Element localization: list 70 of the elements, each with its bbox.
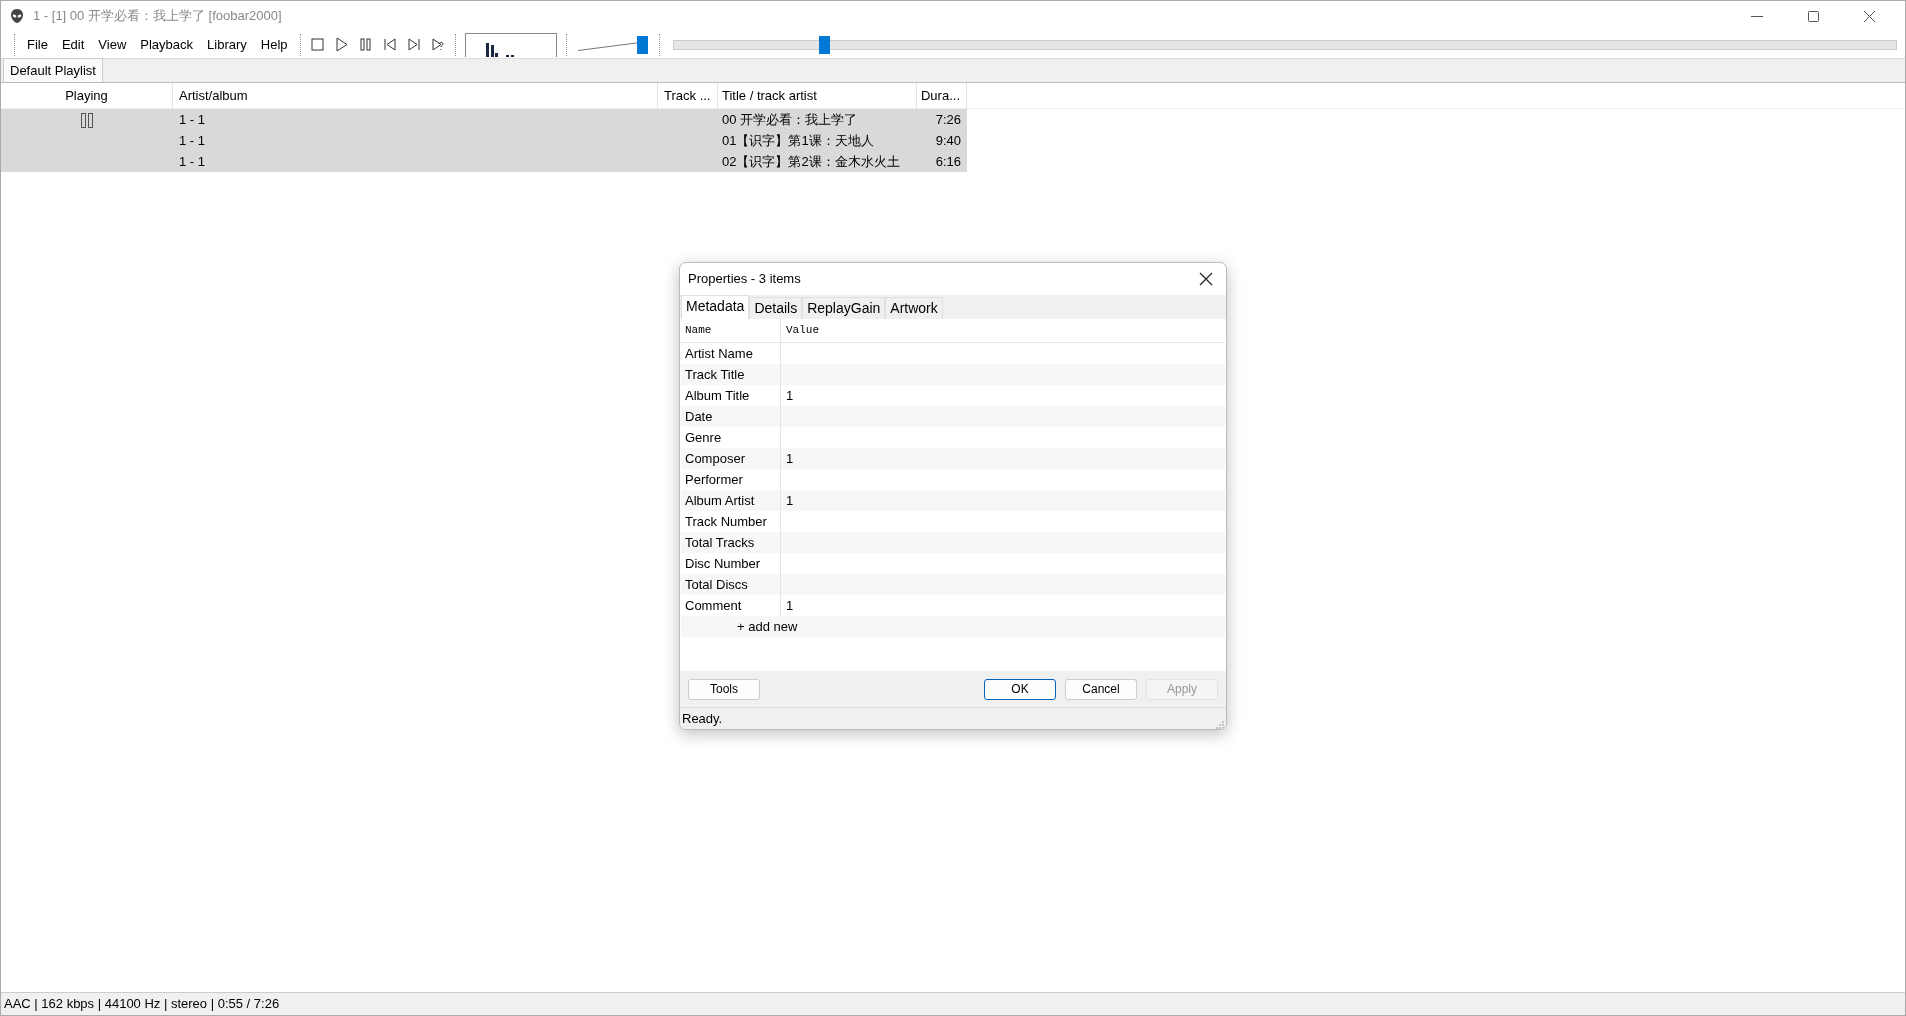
column-header[interactable]: Track ...: [658, 82, 718, 109]
field-name: Artist Name: [685, 344, 753, 363]
add-new-link[interactable]: + add new: [737, 616, 798, 637]
column-header[interactable]: Value: [781, 322, 819, 339]
table-cell-text: 1 - 1: [178, 110, 206, 129]
field-value[interactable]: 1: [786, 595, 794, 616]
field-name: Genre: [685, 428, 722, 447]
column-header[interactable]: Artist/album: [173, 82, 658, 109]
table-cell-text: 02【识字】第2课：金木水火土: [721, 152, 901, 171]
dialog-tab[interactable]: Details: [749, 297, 803, 319]
table-cell-text: 6:16: [934, 152, 962, 171]
playlist-tab[interactable]: Default Playlist: [3, 57, 103, 82]
close-icon: [1862, 9, 1876, 23]
maximize-icon: [1806, 9, 1820, 23]
playlist-row[interactable]: 1 - 1 00 开学必看：我上学了 7:26: [1, 109, 967, 130]
dialog-button[interactable]: Tools: [688, 678, 760, 700]
column-header[interactable]: Dura...: [917, 82, 967, 109]
field-name: Performer: [685, 470, 743, 489]
table-cell-text: 1 - 1: [178, 131, 206, 150]
field-name: Disc Number: [685, 554, 761, 573]
minimize-icon: [1751, 15, 1763, 17]
status-text: Ready.: [682, 709, 723, 728]
volume-thumb[interactable]: [636, 35, 648, 54]
previous-icon: [381, 36, 398, 53]
stop-icon: [309, 36, 326, 53]
field-name: Date: [685, 407, 713, 426]
field-name: Comment: [685, 596, 742, 615]
dialog-tab[interactable]: Metadata: [681, 295, 750, 319]
playlist-row[interactable]: 1 - 1 01【识字】第1课：天地人 9:40: [1, 130, 967, 151]
field-name: Composer: [685, 449, 745, 468]
next-icon: [405, 36, 422, 53]
menu-item[interactable]: Edit: [54, 32, 92, 57]
menu-item[interactable]: Library: [200, 32, 254, 57]
field-name: Album Title: [685, 386, 750, 405]
dialog-button[interactable]: Cancel: [1065, 678, 1137, 700]
menu-item[interactable]: Help: [253, 32, 295, 57]
resize-grip-icon: [1216, 721, 1224, 729]
close-icon: [1199, 272, 1213, 286]
field-name: Total Tracks: [685, 533, 755, 552]
play-icon: [333, 36, 350, 53]
column-header[interactable]: Name: [685, 322, 712, 339]
status-text: AAC | 162 kbps | 44100 Hz | stereo | 0:55 / 7:26: [1, 992, 1905, 1015]
field-value[interactable]: 1: [786, 490, 794, 511]
dialog-title: Properties - 3 items: [688, 270, 801, 289]
pause-icon: [357, 36, 374, 53]
window-title: 1 - [1] 00 开学必看：我上学了 [foobar2000]: [33, 7, 282, 26]
table-cell-text: 1 - 1: [178, 152, 206, 171]
column-header[interactable]: Title / track artist: [718, 82, 917, 109]
menu-item[interactable]: File: [20, 32, 55, 57]
seek-thumb[interactable]: [818, 35, 830, 54]
field-value[interactable]: 1: [786, 448, 794, 469]
table-cell-text: 01【识字】第1课：天地人: [721, 131, 875, 150]
column-header[interactable]: Playing: [1, 82, 173, 109]
menu-item[interactable]: Playback: [133, 32, 201, 57]
dialog-button[interactable]: OK: [984, 678, 1056, 700]
alien-logo-icon: [9, 8, 25, 24]
table-cell-text: 00 开学必看：我上学了: [721, 110, 859, 129]
field-name: Track Number: [685, 512, 767, 531]
playlist-row[interactable]: 1 - 1 02【识字】第2课：金木水火土 6:16: [1, 151, 967, 172]
spectrum-drawing: [485, 42, 514, 57]
table-cell-text: 9:40: [934, 131, 962, 150]
dialog-tab[interactable]: ReplayGain: [802, 297, 886, 319]
random-icon: [429, 36, 446, 53]
field-name: Total Discs: [685, 575, 748, 594]
field-name: Track Title: [685, 365, 745, 384]
table-cell-text: 7:26: [934, 110, 962, 129]
menu-item[interactable]: View: [91, 32, 134, 57]
field-name: Album Artist: [685, 491, 755, 510]
dialog-tab[interactable]: Artwork: [885, 297, 943, 319]
field-value[interactable]: 1: [786, 385, 794, 406]
